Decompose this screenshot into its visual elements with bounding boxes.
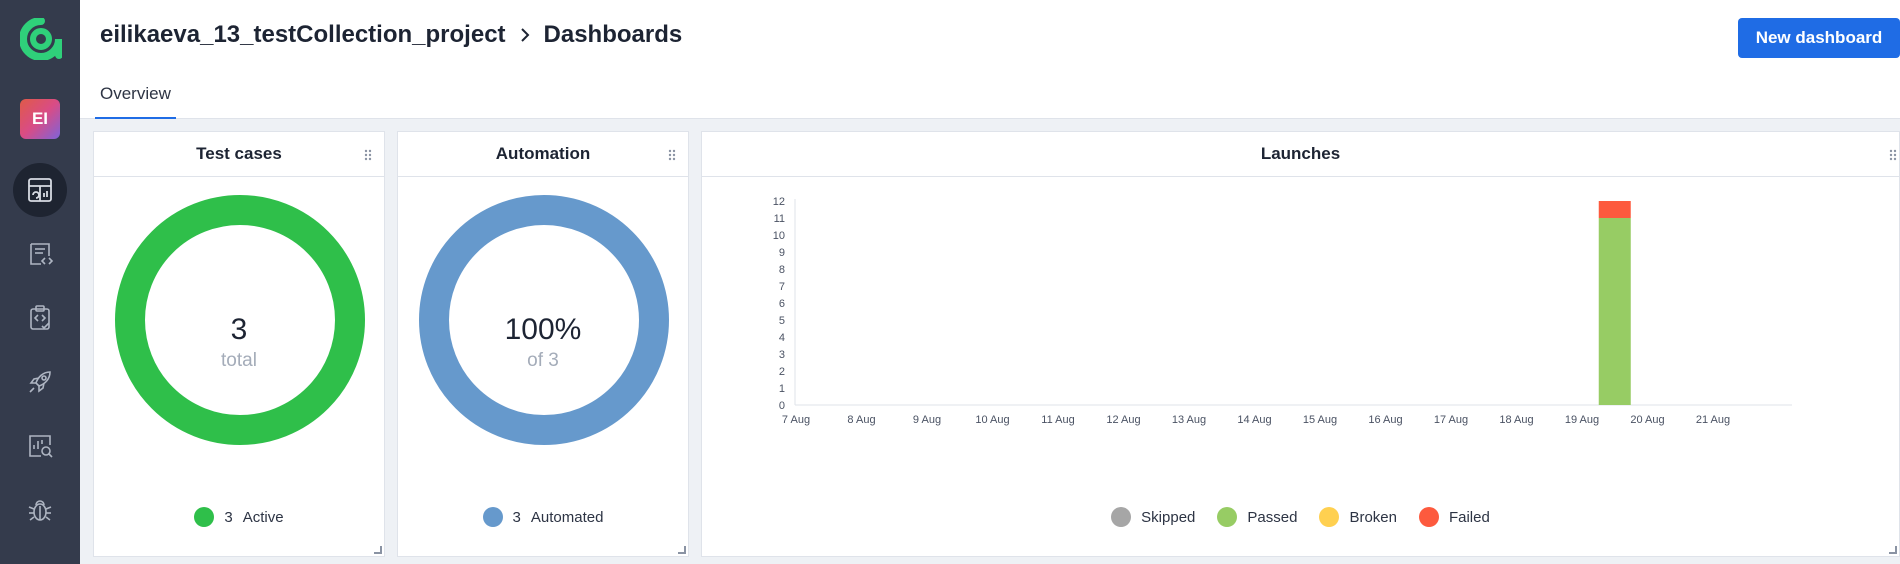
bar-failed	[1598, 201, 1631, 218]
bar-passed	[1598, 218, 1631, 405]
y-tick-label: 6	[779, 298, 785, 310]
legend-item-active[interactable]: 3 Active	[194, 507, 284, 527]
tab-bar: Overview	[80, 80, 1900, 120]
y-tick-label: 2	[779, 366, 785, 378]
dashboard-content: Test cases 3 total 3 Active Automation 1…	[80, 119, 1900, 564]
drag-handle-icon[interactable]	[1889, 149, 1897, 161]
y-tick-label: 5	[779, 315, 785, 327]
breadcrumb-project[interactable]: eilikaeva_13_testCollection_project	[100, 21, 506, 49]
resize-handle-icon[interactable]	[374, 546, 382, 554]
drag-handle-icon[interactable]	[364, 149, 372, 161]
x-tick-label: 15 Aug	[1303, 414, 1337, 426]
widget-title: Launches	[702, 132, 1899, 177]
widget-automation: Automation 100% of 3 3 Automated	[397, 131, 689, 557]
legend-item-automated[interactable]: 3 Automated	[482, 507, 603, 527]
legend: 3 Automated	[398, 507, 688, 527]
x-tick-label: 10 Aug	[975, 414, 1009, 426]
breadcrumb: eilikaeva_13_testCollection_project Dash…	[100, 20, 682, 50]
y-tick-label: 3	[779, 349, 785, 361]
legend-label: Broken	[1349, 508, 1397, 526]
x-tick-label: 12 Aug	[1106, 414, 1140, 426]
legend-item-failed[interactable]: Failed	[1418, 507, 1490, 527]
donut-chart: 3 total	[94, 178, 384, 478]
legend-label: Failed	[1448, 508, 1490, 526]
legend-item-passed[interactable]: Passed	[1217, 507, 1297, 527]
allure-logo-icon[interactable]	[20, 18, 62, 60]
legend-item-broken[interactable]: Broken	[1319, 507, 1397, 527]
chevron-right-icon	[518, 26, 532, 44]
sidebar-item-test-plans[interactable]	[13, 291, 67, 345]
legend-dot	[1217, 507, 1238, 527]
donut-subtitle: total	[221, 350, 257, 371]
sidebar-item-launches[interactable]	[13, 355, 67, 409]
legend-dot	[1418, 507, 1439, 527]
x-tick-label: 16 Aug	[1368, 414, 1402, 426]
resize-handle-icon[interactable]	[678, 546, 686, 554]
test-cases-icon	[30, 243, 54, 265]
donut-value: 100%	[504, 313, 582, 346]
donut-value: 3	[230, 313, 248, 346]
sidebar-item-analytics[interactable]	[13, 419, 67, 473]
donut-chart: 100% of 3	[398, 178, 688, 478]
sidebar-item-test-cases[interactable]	[13, 227, 67, 281]
y-tick-label: 7	[779, 281, 785, 293]
y-tick-label: 4	[779, 332, 785, 344]
legend-label: Skipped	[1141, 508, 1196, 526]
y-tick-label: 9	[779, 247, 785, 259]
x-tick-label: 18 Aug	[1499, 414, 1533, 426]
x-tick-label: 9 Aug	[913, 414, 941, 426]
x-tick-label: 14 Aug	[1237, 414, 1271, 426]
x-tick-label: 17 Aug	[1434, 414, 1468, 426]
new-dashboard-button[interactable]: New dashboard	[1738, 18, 1900, 58]
widget-test-cases: Test cases 3 total 3 Active	[93, 131, 385, 557]
resize-handle-icon[interactable]	[1889, 546, 1897, 554]
y-tick-label: 1	[779, 383, 785, 395]
legend-dot	[1319, 507, 1340, 527]
x-tick-label: 20 Aug	[1630, 414, 1664, 426]
x-tick-label: 21 Aug	[1696, 414, 1730, 426]
legend: 3 Active	[94, 507, 384, 527]
analytics-search-icon	[29, 435, 53, 458]
legend-item-skipped[interactable]: Skipped	[1111, 507, 1195, 527]
avatar[interactable]: EI	[20, 99, 60, 139]
sidebar-item-dashboards[interactable]	[13, 163, 67, 217]
donut-subtitle: of 3	[527, 350, 559, 371]
legend-dot	[482, 507, 503, 527]
page-title: Dashboards	[543, 21, 683, 48]
y-tick-label: 0	[779, 400, 785, 412]
widget-title: Test cases	[94, 132, 384, 177]
sidebar-item-defects[interactable]	[13, 483, 67, 537]
tab-overview[interactable]: Overview	[95, 84, 176, 120]
y-tick-label: 11	[774, 213, 785, 225]
legend-dot	[194, 507, 215, 527]
x-tick-label: 11 Aug	[1041, 414, 1074, 426]
launches-bar-chart: 01234567891011127 Aug 8 Aug 9 Aug 10 Aug 11 …	[773, 196, 1792, 426]
rocket-icon	[29, 371, 51, 393]
drag-handle-icon[interactable]	[668, 149, 676, 161]
legend-dot	[1111, 507, 1132, 527]
x-tick-label: 13 Aug	[1172, 414, 1206, 426]
widget-title: Automation	[398, 132, 688, 177]
legend-label: Passed	[1247, 508, 1298, 526]
y-tick-label: 8	[779, 264, 785, 276]
sidebar: EI	[0, 0, 80, 564]
bug-icon	[28, 500, 52, 521]
x-tick-label: 7 Aug	[782, 414, 810, 426]
x-tick-label: 8 Aug	[847, 414, 875, 426]
widget-launches: Launches 0 1 2 3 4 5 6 7 8 9 10 11 12 7 Aug 8 Aug 9 Aug…	[701, 131, 1900, 557]
y-tick-label: 12	[773, 196, 785, 208]
x-tick-label: 19 Aug	[1565, 414, 1599, 426]
clipboard-code-icon	[30, 305, 50, 330]
chart-legend: Skipped Passed Broken Failed	[702, 507, 1899, 527]
dashboard-icon	[28, 178, 52, 202]
y-tick-label: 10	[773, 230, 785, 242]
